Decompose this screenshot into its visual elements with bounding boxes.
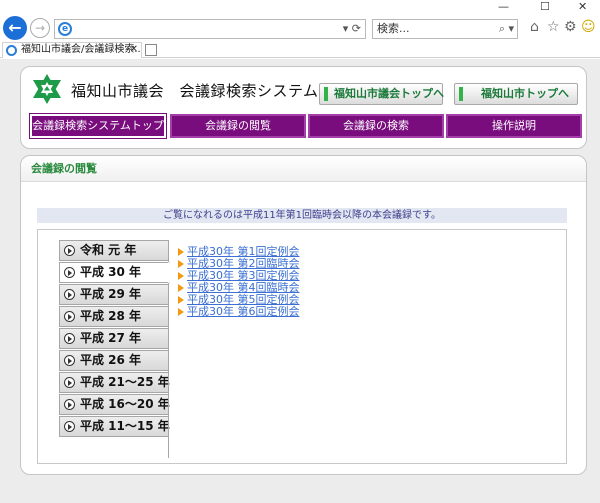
- browser-toolbar: ← → e ▾ ⟳ 検索... ⌕ ▾: [0, 14, 600, 42]
- green-bar-icon: [324, 87, 328, 101]
- year-tab-selected[interactable]: 平成 30 年: [59, 262, 170, 283]
- availability-notice: ご覧になれるのは平成11年第1回臨時会以降の本会議録です。: [37, 208, 567, 223]
- orange-triangle-icon: [178, 284, 184, 292]
- year-tab[interactable]: 平成 26 年: [59, 350, 169, 371]
- close-icon[interactable]: ✕: [578, 0, 587, 14]
- year-tab[interactable]: 平成 11～15 年: [59, 416, 170, 437]
- ie-logo-icon: e: [58, 22, 72, 36]
- site-header: 福知山市議会 会議録検索システム 福知山市議会トップへ 福知山市トップへ 会議録…: [20, 66, 587, 149]
- year-tab[interactable]: 平成 16～20 年: [59, 394, 170, 415]
- nav-search-minutes[interactable]: 会議録の検索: [308, 114, 444, 138]
- forward-arrow-icon[interactable]: →: [30, 18, 50, 38]
- green-bar-icon: [459, 87, 463, 101]
- year-label: 平成 30 年: [80, 265, 142, 279]
- city-top-label: 福知山市トップへ: [481, 87, 569, 100]
- year-tab[interactable]: 平成 29 年: [59, 284, 169, 305]
- play-circle-icon: [64, 311, 75, 322]
- tab-title: 福知山市議会/会議録検索...: [21, 44, 142, 55]
- search-input[interactable]: 検索... ⌕ ▾: [372, 19, 518, 39]
- year-panel-divider: [168, 240, 169, 458]
- nav-system-top[interactable]: 会議録検索システムトップ: [30, 114, 166, 138]
- year-label: 平成 29 年: [80, 287, 142, 301]
- year-label: 平成 28 年: [80, 309, 142, 323]
- address-bar[interactable]: e ▾ ⟳: [54, 19, 366, 39]
- orange-triangle-icon: [178, 248, 184, 256]
- favicon-icon: [6, 45, 17, 56]
- play-circle-icon: [64, 399, 75, 410]
- city-council-top-link[interactable]: 福知山市議会トップへ: [319, 83, 444, 105]
- tab-strip: 福知山市議会/会議録検索... ✕: [0, 42, 600, 58]
- year-label: 令和 元 年: [80, 243, 137, 257]
- orange-triangle-icon: [178, 296, 184, 304]
- meeting-link[interactable]: 平成30年 第6回定例会: [178, 306, 300, 318]
- window-titlebar: — ☐ ✕: [0, 0, 600, 14]
- year-label: 平成 16～20 年: [80, 397, 170, 411]
- year-label: 平成 27 年: [80, 331, 142, 345]
- star-icon[interactable]: ☆: [547, 19, 560, 35]
- smiley-icon[interactable]: ☺: [581, 19, 596, 35]
- play-circle-icon: [64, 355, 75, 366]
- year-list: 令和 元 年 平成 30 年 平成 29 年 平成 28 年 平成 27 年 平…: [59, 240, 170, 438]
- gear-icon[interactable]: ⚙: [564, 19, 577, 35]
- new-tab-icon[interactable]: [145, 44, 157, 56]
- year-tab[interactable]: 平成 27 年: [59, 328, 169, 349]
- browser-tab[interactable]: 福知山市議会/会議録検索... ✕: [2, 42, 142, 58]
- year-label: 平成 26 年: [80, 353, 142, 367]
- minutes-browser: 令和 元 年 平成 30 年 平成 29 年 平成 28 年 平成 27 年 平…: [37, 229, 567, 464]
- play-circle-icon: [64, 333, 75, 344]
- content-panel: 会議録の閲覧 ご覧になれるのは平成11年第1回臨時会以降の本会議録です。 令和 …: [20, 155, 587, 475]
- site-title: 福知山市議会 会議録検索システム: [71, 82, 319, 100]
- section-title: 会議録の閲覧: [21, 156, 586, 182]
- city-emblem-icon: [33, 74, 61, 104]
- page-viewport: 福知山市議会 会議録検索システム 福知山市議会トップへ 福知山市トップへ 会議録…: [0, 59, 600, 503]
- search-icon[interactable]: ⌕ ▾: [499, 20, 514, 38]
- maximize-icon[interactable]: ☐: [540, 0, 550, 14]
- home-icon[interactable]: ⌂: [530, 19, 539, 35]
- play-circle-icon: [64, 267, 75, 278]
- city-council-top-label: 福知山市議会トップへ: [334, 87, 444, 100]
- city-top-link[interactable]: 福知山市トップへ: [454, 83, 578, 105]
- orange-triangle-icon: [178, 260, 184, 268]
- search-placeholder: 検索...: [377, 22, 410, 35]
- nav-browse-minutes[interactable]: 会議録の閲覧: [170, 114, 306, 138]
- meeting-list: 平成30年 第1回定例会 平成30年 第2回臨時会 平成30年 第3回定例会 平…: [178, 246, 300, 318]
- back-arrow-icon[interactable]: ←: [3, 16, 27, 40]
- play-circle-icon: [64, 289, 75, 300]
- year-tab[interactable]: 平成 28 年: [59, 306, 169, 327]
- orange-triangle-icon: [178, 272, 184, 280]
- minimize-icon[interactable]: —: [498, 0, 509, 14]
- refresh-icon[interactable]: ▾ ⟳: [343, 22, 361, 35]
- orange-triangle-icon: [178, 308, 184, 316]
- year-label: 平成 21～25 年: [80, 375, 170, 389]
- year-tab[interactable]: 令和 元 年: [59, 240, 169, 261]
- play-circle-icon: [64, 245, 75, 256]
- play-circle-icon: [64, 377, 75, 388]
- year-tab[interactable]: 平成 21～25 年: [59, 372, 170, 393]
- tab-close-icon[interactable]: ✕: [130, 43, 138, 57]
- play-circle-icon: [64, 421, 75, 432]
- year-label: 平成 11～15 年: [80, 419, 170, 433]
- nav-instructions[interactable]: 操作説明: [446, 114, 582, 138]
